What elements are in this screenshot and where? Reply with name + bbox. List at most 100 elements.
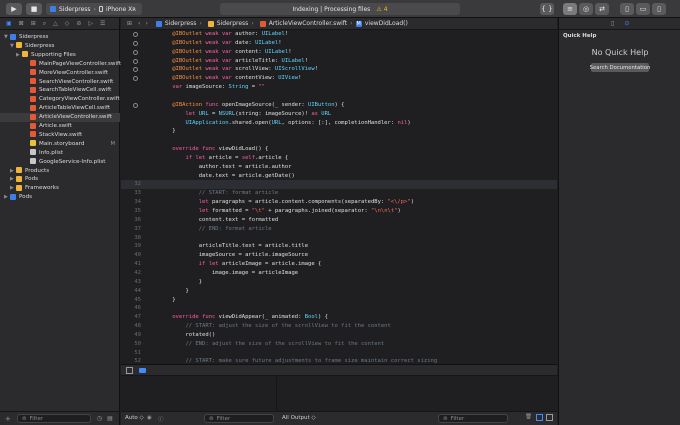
code-line[interactable]: 33 // START: format article [121,189,557,198]
source-control-icon[interactable]: ⊠ [19,20,24,27]
code-line[interactable]: 43 } [121,278,557,287]
warning-count[interactable]: 4 [384,6,388,13]
code-line[interactable]: 39 articleTitle.text = article.title [121,242,557,251]
test-icon[interactable]: ◇ [65,20,70,27]
navigator-toggle-icon[interactable]: ▯ [620,3,634,15]
code-line[interactable]: 32 [121,180,557,190]
scheme-selector[interactable]: Siderpress › iPhone Xʀ [46,3,142,15]
line-number[interactable]: 32 [121,180,141,189]
jumpbar-crumb-project[interactable]: Siderpress [165,20,197,27]
breakpoints-toggle-icon[interactable] [139,368,146,373]
code-line[interactable]: 50 // END: adjust the size of the scroll… [121,340,557,349]
source-editor[interactable]: @IBOutlet weak var author: UILabel! @IBO… [121,30,557,364]
code-line[interactable]: 45 } [121,296,557,305]
jumpbar-crumb-symbol[interactable]: viewDidLoad() [365,20,408,27]
line-number[interactable]: 49 [121,331,141,340]
outlet-connection-icon[interactable] [133,102,138,108]
issue-icon[interactable]: △ [53,20,58,27]
line-number[interactable]: 46 [121,304,141,313]
line-number[interactable]: 36 [121,216,141,225]
breakpoint-icon[interactable]: ▷ [88,20,93,27]
tree-file[interactable]: GoogleService-Info.plist [0,158,120,167]
line-number[interactable]: 34 [121,198,141,207]
report-icon[interactable]: ☰ [100,20,105,27]
console-view[interactable] [278,377,557,411]
code-line[interactable]: UIApplication.shared.open(URL, options: … [121,119,557,128]
editor-standard-icon[interactable]: ≡ [563,3,577,15]
tree-group[interactable]: ▶ Pods [0,175,120,184]
forward-icon[interactable]: › [145,20,147,27]
code-brackets-icon[interactable]: { } [540,3,554,15]
editor-version-icon[interactable]: ⇄ [595,3,609,15]
code-line[interactable]: 44 } [121,287,557,296]
jumpbar-crumb-group[interactable]: Siderpress [217,20,249,27]
code-line[interactable]: 46 [121,304,557,313]
line-number[interactable]: 33 [121,189,141,198]
line-number[interactable]: 38 [121,234,141,243]
line-number[interactable]: 50 [121,340,141,349]
code-line[interactable]: @IBAction func openImageSource(_ sender:… [121,101,557,110]
tree-file[interactable]: ArticleTableViewCell.swift [0,104,120,113]
code-line[interactable]: let URL = NSURL(string: imageSource)! as… [121,110,557,119]
tree-file[interactable]: Info.plist [0,149,120,158]
debug-toggle-icon[interactable]: ▭ [636,3,650,15]
line-number[interactable]: 39 [121,242,141,251]
line-number[interactable]: 45 [121,296,141,305]
folder-icon[interactable]: ▣ [6,20,12,27]
code-line[interactable]: 35 let formatted = "\t" + paragraphs.joi… [121,207,557,216]
play-icon[interactable]: ▶ [6,3,22,15]
inspector-toggle-icon[interactable]: ▯ [652,3,666,15]
related-items-icon[interactable]: ⊞ [127,20,132,27]
code-line[interactable] [121,92,557,101]
line-number[interactable]: 48 [121,322,141,331]
line-number[interactable]: 42 [121,269,141,278]
tree-file[interactable]: StackView.swift [0,131,120,140]
tree-group[interactable]: ▶ Supporting Files [0,51,120,60]
console-only-icon[interactable] [546,414,553,421]
trash-icon[interactable]: 🗑 [525,414,532,420]
split-view-icon[interactable] [536,414,543,421]
variables-filter-input[interactable]: ⊜ Filter [204,414,274,423]
line-number[interactable]: 47 [121,313,141,322]
warning-icon[interactable]: ⚠ [376,6,381,13]
code-line[interactable]: 40 imageSource = article.imageSource [121,251,557,260]
add-icon[interactable]: + [5,415,11,423]
code-line[interactable]: @IBOutlet weak var date: UILabel! [121,39,557,48]
tree-file[interactable]: Article.swift [0,122,120,131]
code-line[interactable]: 47 override func viewDidAppear(_ animate… [121,313,557,322]
outlet-connection-icon[interactable] [133,49,138,55]
code-line[interactable]: @IBOutlet weak var author: UILabel! [121,30,557,39]
code-line[interactable]: 34 let paragraphs = article.content.comp… [121,198,557,207]
scope-selector[interactable]: Auto ◇ [125,415,144,421]
tree-file[interactable]: MainPageViewController.swift [0,60,121,69]
tree-group[interactable]: ▶ Products [0,167,120,176]
code-line[interactable]: 36 content.text = formatted [121,216,557,225]
tree-file[interactable]: SearchTableViewCell.swift [0,86,120,95]
tree-file[interactable]: CategoryViewController.swift [0,95,120,104]
symbol-icon[interactable]: ⊞ [31,20,36,27]
stop-icon[interactable]: ■ [26,3,42,15]
quick-help-icon[interactable]: ⊙ [624,20,629,27]
code-line[interactable]: @IBOutlet weak var articleTitle: UILabel… [121,57,557,66]
code-line[interactable] [121,136,557,145]
debug-icon[interactable]: ⊘ [76,20,81,27]
code-line[interactable]: @IBOutlet weak var scrollView: UIScrollV… [121,65,557,74]
tree-file[interactable]: Main.storyboard M [0,140,120,149]
editor-assistant-icon[interactable]: ◎ [579,3,593,15]
code-line[interactable]: var imageSource: String = "" [121,83,557,92]
search-icon[interactable]: ⌕ [43,20,46,28]
hide-debug-icon[interactable] [126,367,133,374]
back-icon[interactable]: ‹ [138,20,140,27]
file-inspector-icon[interactable]: ▯ [611,20,614,27]
line-number[interactable]: 43 [121,278,141,287]
code-line[interactable]: } [121,127,557,136]
code-line[interactable]: 38 [121,234,557,243]
tree-file[interactable]: ArticleViewController.swift [0,113,120,123]
outlet-connection-icon[interactable] [133,58,138,64]
line-number[interactable]: 37 [121,225,141,234]
tree-group[interactable]: ▼ Siderpress [0,33,120,42]
code-line[interactable]: date.text = article.getDate() [121,172,557,181]
outlet-connection-icon[interactable] [133,32,138,37]
line-number[interactable]: 41 [121,260,141,269]
outlet-connection-icon[interactable] [133,40,138,46]
